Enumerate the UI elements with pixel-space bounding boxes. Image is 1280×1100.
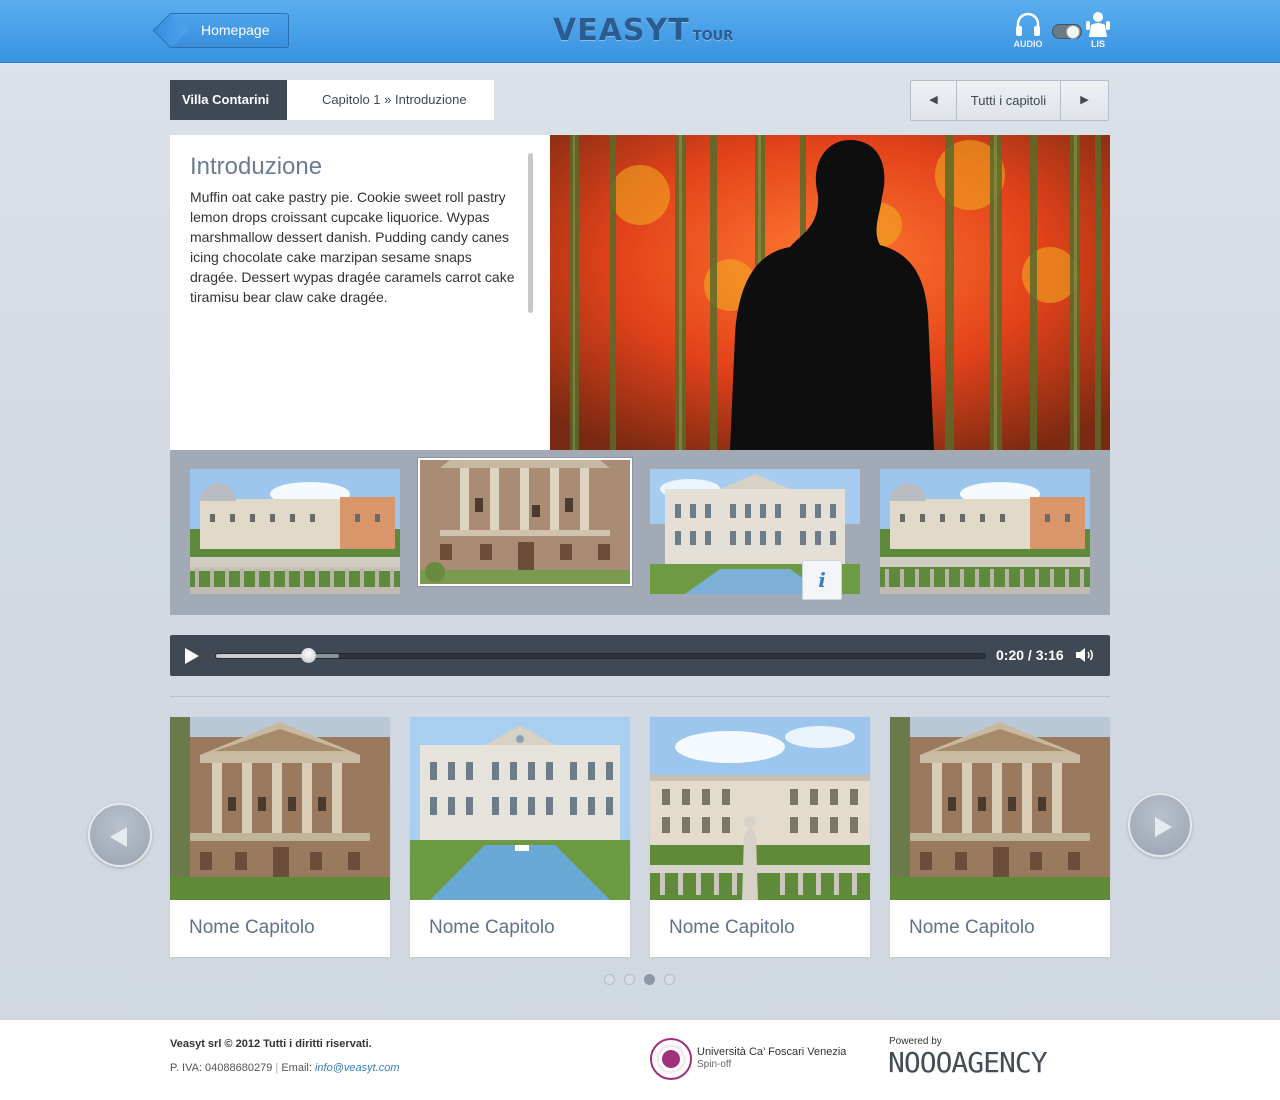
thumbnail-villa-4[interactable] (880, 469, 1090, 594)
arrow-left-icon (110, 827, 127, 847)
arrow-right-icon (1155, 817, 1172, 837)
next-chapter-button[interactable]: ▶ (1061, 81, 1108, 120)
university-seal-icon[interactable] (650, 1038, 692, 1080)
audio-toggle[interactable]: AUDIO (1011, 11, 1045, 49)
info-button[interactable]: i (802, 560, 842, 600)
breadcrumb-chapter: Capitolo 1 » Introduzione (287, 80, 494, 120)
chapter-card-1[interactable]: Nome Capitolo (170, 717, 390, 957)
carousel-prev-button[interactable] (88, 803, 152, 867)
breadcrumb-place[interactable]: Villa Contarini (170, 80, 307, 120)
email-prefix: Email: (281, 1062, 312, 1074)
headphones-icon (1016, 12, 1040, 36)
university-subtitle: Spin-off (697, 1059, 732, 1070)
agency-logo[interactable]: NOOOAGENCY (888, 1046, 1048, 1079)
thumbnail-villa-1[interactable] (190, 469, 400, 594)
copyright-text: Veasyt srl © 2012 Tutti i diritti riserv… (170, 1038, 372, 1050)
volume-icon[interactable] (1075, 647, 1095, 663)
chapter-card-3[interactable]: Nome Capitolo (650, 717, 870, 957)
veasyt-logo[interactable]: VEASYT TOUR (553, 13, 734, 48)
top-bar: Homepage VEASYT TOUR AUDIO LIS (0, 0, 1280, 63)
text-scrollbar[interactable] (528, 153, 533, 313)
chapter-image (650, 717, 870, 900)
homepage-button[interactable]: Homepage (152, 12, 289, 49)
sign-language-icon (1086, 12, 1110, 37)
audio-label: AUDIO (1013, 39, 1043, 49)
all-chapters-button[interactable]: Tutti i capitoli (957, 81, 1061, 120)
audio-lis-switch[interactable] (1052, 24, 1082, 39)
pagination-dot[interactable] (644, 974, 655, 985)
chapter-title: Introduzione (190, 153, 323, 180)
homepage-label: Homepage (201, 22, 270, 38)
audio-player: 0:20 / 3:16 (170, 635, 1110, 676)
chapter-card-2[interactable]: Nome Capitolo (410, 717, 630, 957)
sign-language-video[interactable] (550, 135, 1110, 450)
video-frame (550, 135, 1110, 450)
previous-chapter-button[interactable]: ◀ (911, 81, 957, 120)
logo-text: VEASYT (553, 13, 690, 48)
switch-knob (1066, 25, 1080, 39)
chapter-image (170, 717, 390, 900)
company-info: P. IVA: 04088680279 | Email: info@veasyt… (170, 1062, 400, 1074)
seek-bar[interactable] (215, 648, 986, 663)
chapter-navigation: ◀ Tutti i capitoli ▶ (910, 80, 1109, 121)
time-display: 0:20 / 3:16 (996, 647, 1064, 663)
pagination-dot[interactable] (624, 974, 635, 985)
lis-toggle[interactable]: LIS (1083, 11, 1113, 49)
footer (0, 1020, 1280, 1100)
chapter-card-label: Nome Capitolo (909, 917, 1035, 938)
lis-label: LIS (1090, 39, 1105, 49)
chapter-card-4[interactable]: Nome Capitolo (890, 717, 1110, 957)
section-divider (170, 696, 1110, 697)
chapter-card-label: Nome Capitolo (189, 917, 315, 938)
pagination-dot[interactable] (604, 974, 615, 985)
thumbnail-villa-2[interactable] (418, 458, 632, 586)
carousel-pagination (604, 974, 675, 985)
chapter-description: Muffin oat cake pastry pie. Cookie sweet… (190, 189, 515, 305)
chapter-image (890, 717, 1110, 900)
chapter-card-label: Nome Capitolo (669, 917, 795, 938)
seek-handle[interactable] (301, 648, 317, 663)
chapter-image (410, 717, 630, 900)
back-arrow-icon (152, 12, 189, 49)
play-icon[interactable] (185, 648, 199, 664)
email-link[interactable]: info@veasyt.com (315, 1062, 400, 1074)
logo-sub-text: TOUR (692, 29, 734, 44)
chapter-card-label: Nome Capitolo (429, 917, 555, 938)
carousel-next-button[interactable] (1128, 793, 1192, 857)
vat-number: P. IVA: 04088680279 (170, 1062, 273, 1074)
university-name: Università Ca’ Foscari Venezia (697, 1046, 847, 1058)
pagination-dot[interactable] (664, 974, 675, 985)
chapter-text-panel: Introduzione Muffin oat cake pastry pie.… (170, 135, 550, 450)
played-bar (216, 654, 309, 658)
